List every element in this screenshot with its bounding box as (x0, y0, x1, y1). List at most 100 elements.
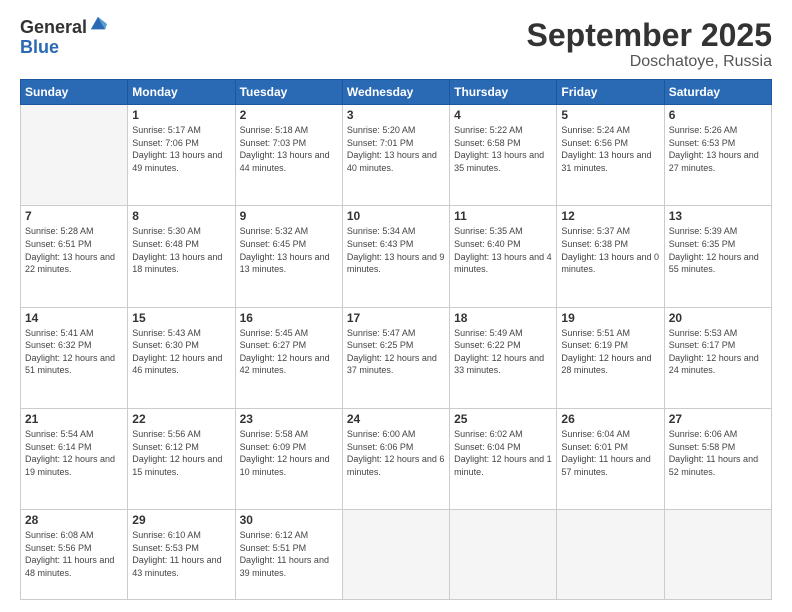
day-info: Sunrise: 5:37 AM Sunset: 6:38 PM Dayligh… (561, 225, 659, 275)
calendar-cell: 30 Sunrise: 6:12 AM Sunset: 5:51 PM Dayli… (235, 510, 342, 600)
day-info: Sunrise: 6:10 AM Sunset: 5:53 PM Dayligh… (132, 529, 230, 579)
title-block: September 2025 Doschatoye, Russia (527, 18, 772, 71)
calendar-cell: 19 Sunrise: 5:51 AM Sunset: 6:19 PM Dayli… (557, 307, 664, 408)
day-info: Sunrise: 6:08 AM Sunset: 5:56 PM Dayligh… (25, 529, 123, 579)
calendar-cell: 18 Sunrise: 5:49 AM Sunset: 6:22 PM Dayli… (450, 307, 557, 408)
day-info: Sunrise: 5:32 AM Sunset: 6:45 PM Dayligh… (240, 225, 338, 275)
calendar-cell: 14 Sunrise: 5:41 AM Sunset: 6:32 PM Dayli… (21, 307, 128, 408)
day-info: Sunrise: 5:28 AM Sunset: 6:51 PM Dayligh… (25, 225, 123, 275)
calendar-cell: 16 Sunrise: 5:45 AM Sunset: 6:27 PM Dayli… (235, 307, 342, 408)
calendar-header-row: Sunday Monday Tuesday Wednesday Thursday… (21, 80, 772, 105)
day-number: 28 (25, 513, 123, 527)
calendar-cell: 11 Sunrise: 5:35 AM Sunset: 6:40 PM Dayli… (450, 206, 557, 307)
calendar-cell: 23 Sunrise: 5:58 AM Sunset: 6:09 PM Dayli… (235, 408, 342, 509)
month-title: September 2025 (527, 18, 772, 53)
day-info: Sunrise: 5:39 AM Sunset: 6:35 PM Dayligh… (669, 225, 767, 275)
page: General Blue September 2025 Doschatoye, … (0, 0, 792, 612)
day-info: Sunrise: 5:56 AM Sunset: 6:12 PM Dayligh… (132, 428, 230, 478)
calendar-cell: 28 Sunrise: 6:08 AM Sunset: 5:56 PM Dayli… (21, 510, 128, 600)
header-thursday: Thursday (450, 80, 557, 105)
calendar-cell: 4 Sunrise: 5:22 AM Sunset: 6:58 PM Daylig… (450, 105, 557, 206)
day-number: 2 (240, 108, 338, 122)
calendar-cell (342, 510, 449, 600)
day-info: Sunrise: 5:51 AM Sunset: 6:19 PM Dayligh… (561, 327, 659, 377)
calendar-cell: 13 Sunrise: 5:39 AM Sunset: 6:35 PM Dayli… (664, 206, 771, 307)
day-number: 6 (669, 108, 767, 122)
day-number: 7 (25, 209, 123, 223)
calendar-cell: 5Sunrise: 5:24 AM Sunset: 6:56 PM Daylig… (557, 105, 664, 206)
week-row-4: 21Sunrise: 5:54 AM Sunset: 6:14 PM Dayli… (21, 408, 772, 509)
day-info: Sunrise: 5:47 AM Sunset: 6:25 PM Dayligh… (347, 327, 445, 377)
week-row-2: 7 Sunrise: 5:28 AM Sunset: 6:51 PM Daylig… (21, 206, 772, 307)
logo-blue-text: Blue (20, 38, 107, 58)
calendar-cell: 8Sunrise: 5:30 AM Sunset: 6:48 PM Daylig… (128, 206, 235, 307)
day-info: Sunrise: 5:26 AM Sunset: 6:53 PM Dayligh… (669, 124, 767, 174)
calendar-cell: 6 Sunrise: 5:26 AM Sunset: 6:53 PM Daylig… (664, 105, 771, 206)
calendar-cell: 15 Sunrise: 5:43 AM Sunset: 6:30 PM Dayli… (128, 307, 235, 408)
calendar-cell: 27Sunrise: 6:06 AM Sunset: 5:58 PM Dayli… (664, 408, 771, 509)
calendar-cell: 12 Sunrise: 5:37 AM Sunset: 6:38 PM Dayli… (557, 206, 664, 307)
day-number: 16 (240, 311, 338, 325)
day-number: 17 (347, 311, 445, 325)
calendar-cell: 9 Sunrise: 5:32 AM Sunset: 6:45 PM Daylig… (235, 206, 342, 307)
day-info: Sunrise: 5:58 AM Sunset: 6:09 PM Dayligh… (240, 428, 338, 478)
calendar-cell: 3 Sunrise: 5:20 AM Sunset: 7:01 PM Daylig… (342, 105, 449, 206)
header-friday: Friday (557, 80, 664, 105)
logo-general-text: General (20, 18, 87, 38)
day-number: 1 (132, 108, 230, 122)
week-row-5: 28 Sunrise: 6:08 AM Sunset: 5:56 PM Dayli… (21, 510, 772, 600)
header-wednesday: Wednesday (342, 80, 449, 105)
week-row-3: 14 Sunrise: 5:41 AM Sunset: 6:32 PM Dayli… (21, 307, 772, 408)
day-number: 12 (561, 209, 659, 223)
day-info: Sunrise: 5:43 AM Sunset: 6:30 PM Dayligh… (132, 327, 230, 377)
day-number: 18 (454, 311, 552, 325)
day-info: Sunrise: 5:17 AM Sunset: 7:06 PM Dayligh… (132, 124, 230, 174)
day-info: Sunrise: 5:30 AM Sunset: 6:48 PM Dayligh… (132, 225, 230, 275)
calendar-cell: 26Sunrise: 6:04 AM Sunset: 6:01 PM Dayli… (557, 408, 664, 509)
day-info: Sunrise: 5:20 AM Sunset: 7:01 PM Dayligh… (347, 124, 445, 174)
header-sunday: Sunday (21, 80, 128, 105)
calendar-cell (557, 510, 664, 600)
day-number: 3 (347, 108, 445, 122)
day-info: Sunrise: 5:22 AM Sunset: 6:58 PM Dayligh… (454, 124, 552, 174)
day-number: 30 (240, 513, 338, 527)
day-info: Sunrise: 5:53 AM Sunset: 6:17 PM Dayligh… (669, 327, 767, 377)
day-number: 10 (347, 209, 445, 223)
calendar-cell: 20Sunrise: 5:53 AM Sunset: 6:17 PM Dayli… (664, 307, 771, 408)
day-info: Sunrise: 6:00 AM Sunset: 6:06 PM Dayligh… (347, 428, 445, 478)
day-info: Sunrise: 5:24 AM Sunset: 6:56 PM Dayligh… (561, 124, 659, 174)
day-number: 25 (454, 412, 552, 426)
calendar-cell: 22Sunrise: 5:56 AM Sunset: 6:12 PM Dayli… (128, 408, 235, 509)
calendar-cell: 7 Sunrise: 5:28 AM Sunset: 6:51 PM Daylig… (21, 206, 128, 307)
day-number: 26 (561, 412, 659, 426)
day-info: Sunrise: 5:35 AM Sunset: 6:40 PM Dayligh… (454, 225, 552, 275)
logo: General Blue (20, 18, 107, 58)
header-monday: Monday (128, 80, 235, 105)
location: Doschatoye, Russia (527, 53, 772, 71)
day-number: 4 (454, 108, 552, 122)
calendar-cell: 10 Sunrise: 5:34 AM Sunset: 6:43 PM Dayli… (342, 206, 449, 307)
day-number: 15 (132, 311, 230, 325)
calendar-cell: 24 Sunrise: 6:00 AM Sunset: 6:06 PM Dayli… (342, 408, 449, 509)
day-number: 11 (454, 209, 552, 223)
day-number: 27 (669, 412, 767, 426)
day-info: Sunrise: 5:49 AM Sunset: 6:22 PM Dayligh… (454, 327, 552, 377)
day-number: 23 (240, 412, 338, 426)
day-info: Sunrise: 5:34 AM Sunset: 6:43 PM Dayligh… (347, 225, 445, 275)
day-info: Sunrise: 5:54 AM Sunset: 6:14 PM Dayligh… (25, 428, 123, 478)
day-number: 19 (561, 311, 659, 325)
calendar-cell: 21Sunrise: 5:54 AM Sunset: 6:14 PM Dayli… (21, 408, 128, 509)
calendar-cell: 25Sunrise: 6:02 AM Sunset: 6:04 PM Dayli… (450, 408, 557, 509)
calendar-cell (21, 105, 128, 206)
day-number: 14 (25, 311, 123, 325)
day-number: 13 (669, 209, 767, 223)
calendar: Sunday Monday Tuesday Wednesday Thursday… (20, 79, 772, 600)
day-info: Sunrise: 6:12 AM Sunset: 5:51 PM Dayligh… (240, 529, 338, 579)
day-info: Sunrise: 5:45 AM Sunset: 6:27 PM Dayligh… (240, 327, 338, 377)
header-saturday: Saturday (664, 80, 771, 105)
day-number: 9 (240, 209, 338, 223)
day-number: 24 (347, 412, 445, 426)
calendar-cell: 1 Sunrise: 5:17 AM Sunset: 7:06 PM Daylig… (128, 105, 235, 206)
day-info: Sunrise: 5:41 AM Sunset: 6:32 PM Dayligh… (25, 327, 123, 377)
calendar-cell: 2Sunrise: 5:18 AM Sunset: 7:03 PM Daylig… (235, 105, 342, 206)
